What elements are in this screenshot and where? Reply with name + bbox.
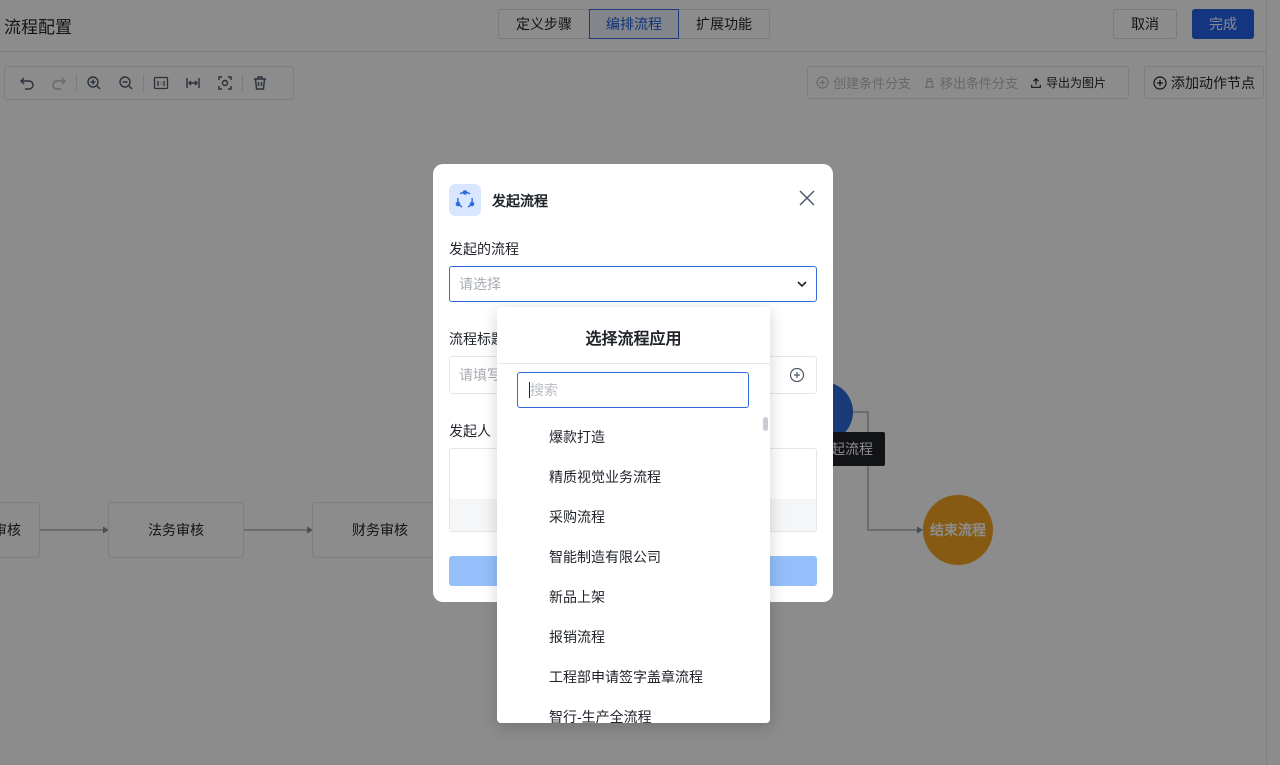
initiator-field-label: 发起人 xyxy=(449,423,491,439)
list-item[interactable]: 采购流程 xyxy=(497,497,763,537)
close-icon[interactable] xyxy=(797,188,817,208)
list-item[interactable]: 爆款打造 xyxy=(497,417,763,457)
process-select[interactable]: 请选择 xyxy=(449,266,817,302)
list-item[interactable]: 精质视觉业务流程 xyxy=(497,457,763,497)
chevron-down-icon xyxy=(797,281,807,288)
search-input[interactable]: 搜索 xyxy=(517,372,749,408)
process-app-list: 爆款打造 精质视觉业务流程 采购流程 智能制造有限公司 新品上架 报销流程 工程… xyxy=(497,417,763,723)
process-field-label: 发起的流程 xyxy=(449,241,519,257)
list-item[interactable]: 工程部申请签字盖章流程 xyxy=(497,657,763,697)
process-app-dropdown: 选择流程应用 搜索 爆款打造 精质视觉业务流程 采购流程 智能制造有限公司 新品… xyxy=(497,307,770,723)
list-item[interactable]: 新品上架 xyxy=(497,577,763,617)
dropdown-divider xyxy=(497,363,770,364)
text-caret xyxy=(529,382,530,398)
list-item[interactable]: 报销流程 xyxy=(497,617,763,657)
list-item[interactable]: 智能制造有限公司 xyxy=(497,537,763,577)
dialog-title: 发起流程 xyxy=(492,193,548,209)
plus-circle-icon[interactable] xyxy=(789,367,805,383)
process-select-placeholder: 请选择 xyxy=(459,276,501,292)
dropdown-title: 选择流程应用 xyxy=(585,331,682,348)
list-item[interactable]: 智行-生产全流程 xyxy=(497,697,763,723)
process-cycle-icon xyxy=(449,184,481,216)
search-placeholder: 搜索 xyxy=(530,382,558,398)
scrollbar[interactable] xyxy=(763,417,768,431)
title-input-placeholder: 请填写 xyxy=(459,367,501,383)
